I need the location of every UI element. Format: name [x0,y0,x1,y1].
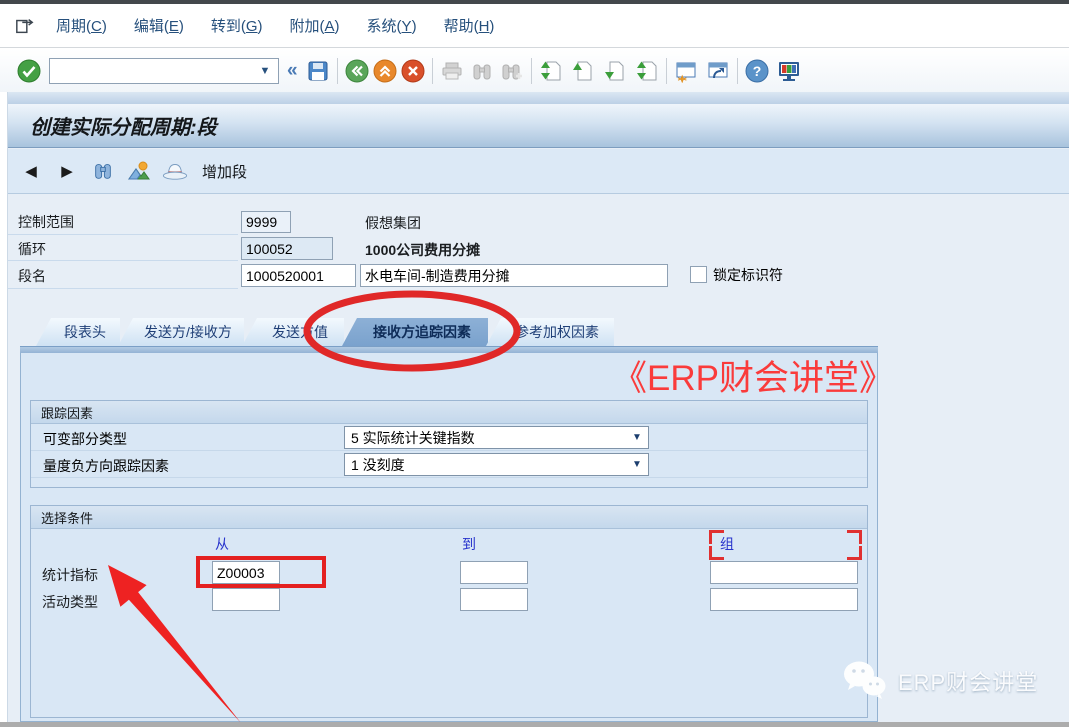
menu-item-help[interactable]: 帮助(H) [444,15,495,36]
selection-criteria-group: 选择条件 [30,505,868,718]
controlling-area-field[interactable] [241,211,291,233]
find-icon[interactable] [470,59,494,83]
stat-key-figure-to-field[interactable] [460,561,528,584]
wechat-logo-icon [840,658,890,704]
activity-type-from-field[interactable] [212,588,280,611]
bottom-watermark: ERP财会讲堂 [840,658,1038,704]
command-input[interactable] [50,60,252,82]
svg-text:?: ? [752,63,761,79]
menu-item-goto[interactable]: 转到(G) [211,15,263,36]
back-icon[interactable] [345,59,369,83]
red-watermark-text: 《ERP财会讲堂》 [612,350,894,401]
save-icon[interactable] [306,59,330,83]
help-icon[interactable]: ? [745,59,769,83]
tracing-factor-group: 跟踪因素 可变部分类型 5 实际统计关键指数 ▼ 量度负方向跟踪因素 1 没刻度… [30,400,868,488]
find-binoculars-icon[interactable] [90,158,116,184]
first-page-icon[interactable] [539,59,563,83]
activity-type-to-field[interactable] [460,588,528,611]
chevron-down-icon[interactable]: ▼ [626,432,648,443]
segment-name-field[interactable] [360,264,668,287]
find-next-icon[interactable] [500,59,524,83]
sap-window: 周期(C) 编辑(E) 转到(G) 附加(A) 系统(Y) 帮助(H) ▼ « [0,0,1069,727]
activity-type-label: 活动类型 [42,592,98,617]
menu-items: 周期(C) 编辑(E) 转到(G) 附加(A) 系统(Y) 帮助(H) [56,15,494,36]
page-down-icon[interactable] [603,59,627,83]
column-to-label: 到 [462,534,476,554]
bottom-watermark-text: ERP财会讲堂 [898,665,1038,697]
first-screen-hat-icon[interactable] [162,158,188,184]
title-bar: 创建实际分配周期:段 [8,104,1069,148]
command-dropdown-icon[interactable]: ▼ [252,65,278,77]
new-session-icon[interactable] [674,59,698,83]
variable-portion-dropdown[interactable]: 5 实际统计关键指数 ▼ [344,426,649,449]
variable-portion-row: 可变部分类型 5 实际统计关键指数 ▼ [31,424,867,451]
tab-receiver-tracing-factor[interactable]: 接收方追踪因素 [342,318,488,346]
negative-tracing-row: 量度负方向跟踪因素 1 没刻度 ▼ [31,451,867,478]
stat-key-figure-group-field[interactable] [710,561,858,584]
variable-portion-label: 可变部分类型 [43,429,127,449]
menu-item-edit[interactable]: 编辑(E) [134,15,184,36]
stat-key-figure-label: 统计指标 [42,565,98,590]
last-page-icon[interactable] [635,59,659,83]
page-up-icon[interactable] [571,59,595,83]
menu-item-cycle[interactable]: 周期(C) [56,15,107,36]
segment-id-field[interactable] [241,264,356,287]
stat-key-figure-from-field[interactable] [212,561,280,584]
collapse-toolbar-icon[interactable]: « [287,60,298,82]
cycle-desc: 1000公司费用分摊 [365,240,480,260]
tracing-factor-group-header: 跟踪因素 [31,401,867,424]
menu-bar: 周期(C) 编辑(E) 转到(G) 附加(A) 系统(Y) 帮助(H) [0,4,1069,48]
add-segment-button[interactable]: 增加段 [202,161,247,182]
print-icon[interactable] [440,59,464,83]
exit-icon[interactable] [401,59,425,83]
toolbar-divider [0,92,1069,104]
menu-item-extras[interactable]: 附加(A) [290,15,340,36]
exit-transaction-icon[interactable] [14,16,36,36]
application-toolbar: ◀ ▶ 增加段 [8,149,1069,194]
standard-toolbar: ▼ « [0,49,1069,92]
status-bar [0,722,1069,727]
overview-icon[interactable] [126,158,152,184]
shortcut-icon[interactable] [706,59,730,83]
left-margin [0,92,8,722]
tab-sender-values[interactable]: 发送方值 [242,318,344,346]
command-field[interactable]: ▼ [49,58,279,84]
selection-criteria-group-header: 选择条件 [31,506,867,529]
previous-segment-icon[interactable]: ◀ [18,158,44,184]
cycle-field[interactable] [241,237,333,260]
activity-type-group-field[interactable] [710,588,858,611]
continue-icon[interactable] [17,59,41,83]
menu-item-system[interactable]: 系统(Y) [367,15,417,36]
lock-indicator-label: 锁定标识符 [713,265,783,285]
negative-tracing-dropdown[interactable]: 1 没刻度 ▼ [344,453,649,476]
controlling-area-desc: 假想集团 [365,213,421,233]
next-segment-icon[interactable]: ▶ [54,158,80,184]
column-group-label: 组 [720,534,734,554]
negative-tracing-label: 量度负方向跟踪因素 [43,456,169,476]
lock-indicator-checkbox[interactable] [690,266,707,283]
tab-reference-weighting[interactable]: 参考加权因素 [486,318,614,346]
layout-icon[interactable] [777,59,801,83]
up-icon[interactable] [373,59,397,83]
page-title: 创建实际分配周期:段 [30,111,217,140]
tab-sender-receiver[interactable]: 发送方/接收方 [118,318,244,346]
chevron-down-icon[interactable]: ▼ [626,459,648,470]
column-from-label: 从 [215,534,229,554]
